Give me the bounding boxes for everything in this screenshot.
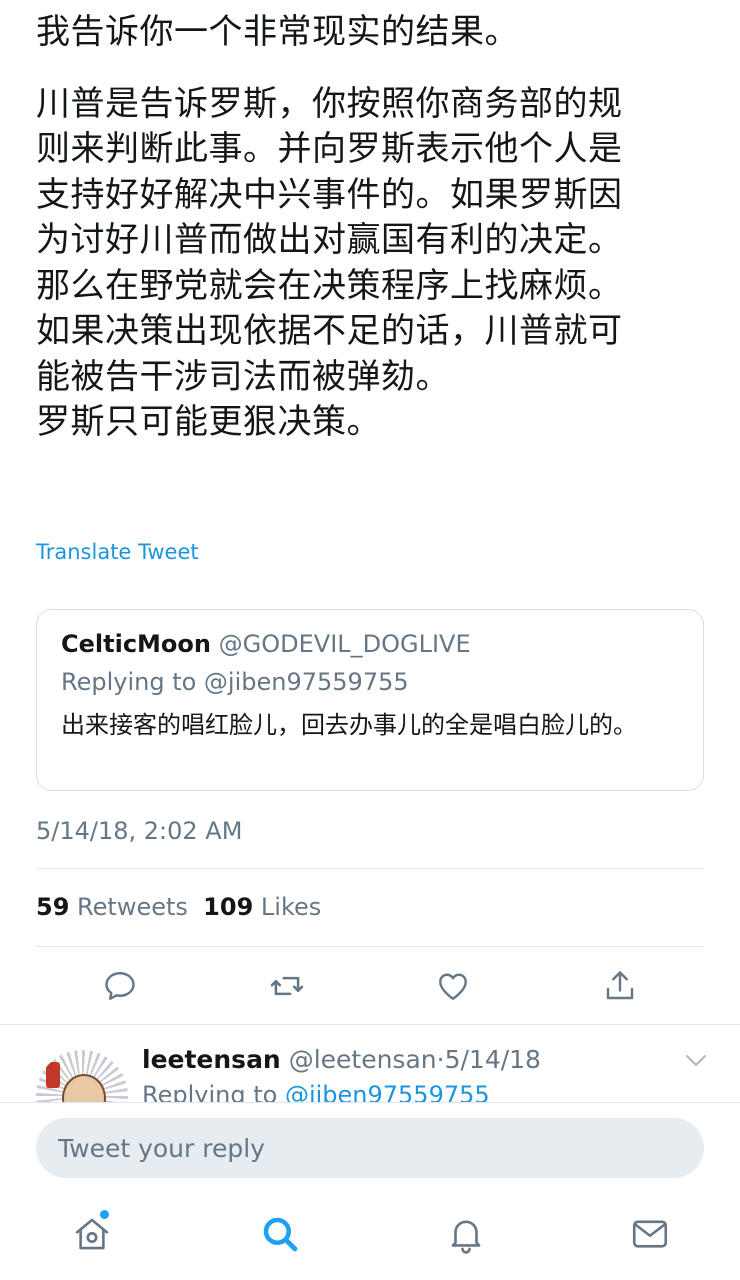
tweet-text: 我告诉你一个非常现实的结果。 川普是告诉罗斯，你按照你商务部的规 则来判断此事。…: [36, 10, 716, 446]
nav-notifications[interactable]: [444, 1212, 488, 1256]
reply-icon: [105, 972, 135, 1000]
new-content-indicator: [100, 1210, 109, 1219]
reply-composer: [0, 1102, 740, 1195]
tweet-action-bar: [0, 966, 740, 1010]
bottom-nav: [0, 1194, 740, 1280]
home-icon: [75, 1218, 109, 1250]
translate-tweet-link[interactable]: Translate Tweet: [36, 540, 199, 564]
avatar-cup-shape: [46, 1062, 60, 1088]
quoted-tweet-card[interactable]: CelticMoon @GODEVIL_DOGLIVE Replying to …: [36, 609, 704, 791]
tweet-line: 我告诉你一个非常现实的结果。: [36, 12, 519, 52]
reply-date: 5/14/18: [444, 1045, 541, 1074]
separator-dot: ·: [436, 1045, 445, 1074]
reply-tweet[interactable]: leetensan @leetensan·5/14/18 Replying to…: [0, 1024, 740, 1103]
avatar-face-shape: [62, 1074, 106, 1103]
chevron-down-icon[interactable]: [684, 1053, 708, 1069]
likes-count[interactable]: 109: [203, 893, 253, 921]
like-button[interactable]: [433, 966, 473, 1006]
reply-button[interactable]: [100, 966, 140, 1006]
retweet-button[interactable]: [267, 966, 307, 1006]
quoted-tweet-text: 出来接客的唱红脸儿，回去办事儿的全是唱白脸儿的。: [61, 711, 637, 739]
heart-icon: [439, 973, 467, 1000]
notifications-icon: [451, 1220, 481, 1254]
quoted-author-handle: @GODEVIL_DOGLIVE: [218, 630, 471, 658]
share-icon: [606, 971, 634, 1000]
tweet-reply-input[interactable]: [36, 1118, 704, 1178]
tweet-line: 能被告干涉司法而被弹劾。: [36, 356, 450, 397]
tweet-line: 为讨好川普而做出对赢国有利的决定。: [36, 220, 623, 260]
tweet-line: 那么在野党就会在决策程序上找麻烦。: [36, 265, 623, 306]
nav-search[interactable]: [258, 1212, 302, 1256]
tweet-timestamp: 5/14/18, 2:02 AM: [36, 817, 243, 845]
retweets-label[interactable]: Retweets: [77, 893, 188, 921]
divider: [36, 868, 704, 869]
tweet-line: 则来判断此事。并向罗斯表示他个人是: [36, 129, 623, 169]
avatar[interactable]: [36, 1050, 128, 1103]
nav-home[interactable]: [70, 1210, 114, 1256]
likes-label[interactable]: Likes: [261, 893, 321, 921]
retweet-icon: [270, 976, 304, 996]
reply-header: leetensan @leetensan·5/14/18: [142, 1045, 541, 1074]
quoted-tweet-header: CelticMoon @GODEVIL_DOGLIVE: [61, 630, 471, 658]
messages-icon: [632, 1220, 668, 1248]
reply-author-name[interactable]: leetensan: [142, 1045, 281, 1074]
reply-author-handle: @leetensan: [288, 1045, 437, 1074]
tweet-line: 罗斯只可能更狠决策。: [36, 402, 381, 442]
tweet-line: 如果决策出现依据不足的话，川普就可: [36, 311, 623, 351]
quoted-replying-to: Replying to @jiben97559755: [61, 668, 409, 696]
replying-to-label: Replying to: [142, 1081, 278, 1103]
reply-replying-to: Replying to @jiben97559755: [142, 1081, 490, 1103]
retweets-count[interactable]: 59: [36, 893, 69, 921]
share-button[interactable]: [600, 966, 640, 1006]
search-icon: [263, 1217, 298, 1252]
replying-to-mention[interactable]: @jiben97559755: [285, 1081, 490, 1103]
nav-messages[interactable]: [628, 1212, 672, 1256]
tweet-line: 川普是告诉罗斯，你按照你商务部的规: [36, 83, 623, 124]
engagement-stats: 59 Retweets 109 Likes: [36, 893, 321, 921]
quoted-author-name: CelticMoon: [61, 630, 211, 658]
divider: [36, 946, 704, 947]
tweet-line: 支持好好解决中兴事件的。如果罗斯因: [36, 174, 623, 215]
